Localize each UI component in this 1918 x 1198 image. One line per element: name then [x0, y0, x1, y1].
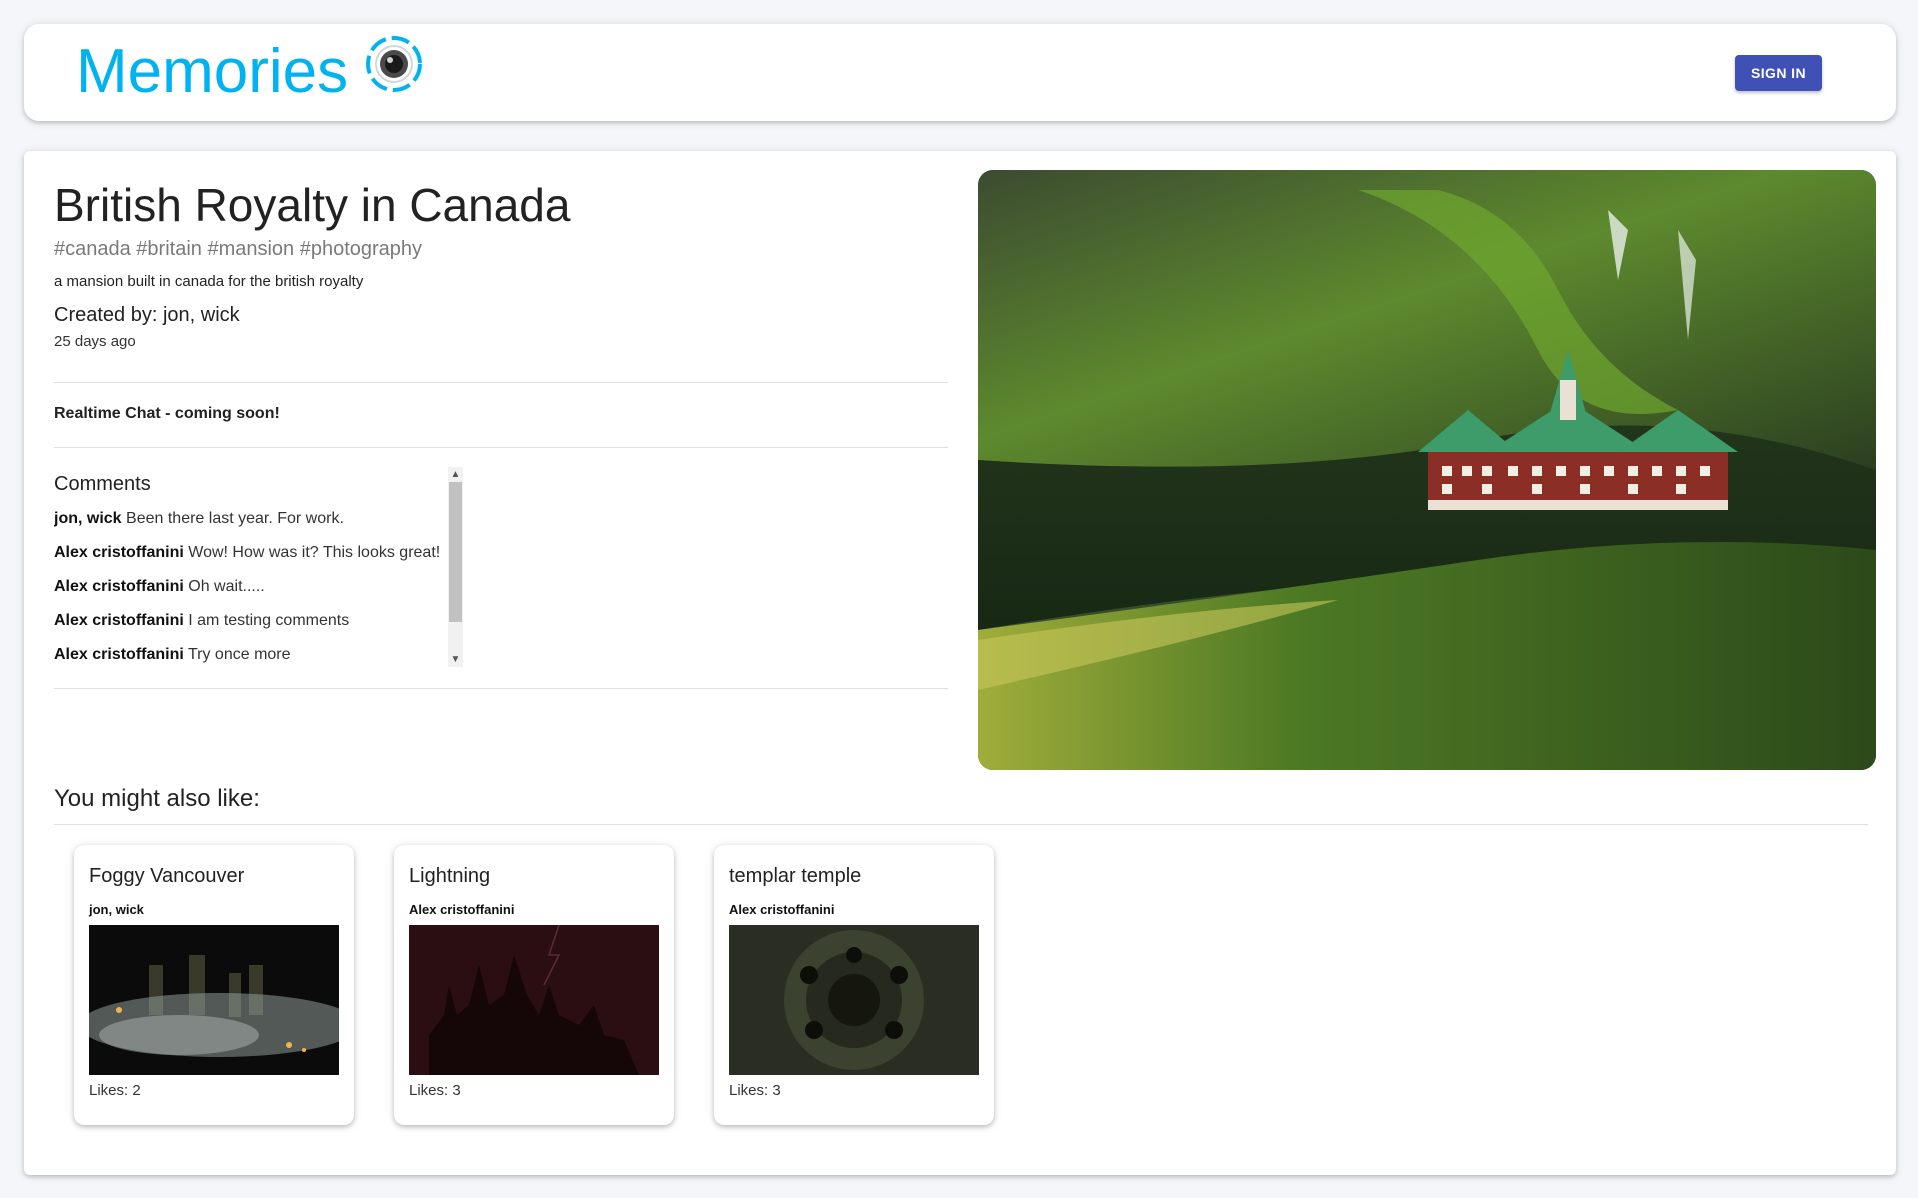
scroll-thumb[interactable]	[449, 482, 462, 622]
post-details-card: British Royalty in Canada #canada #brita…	[24, 151, 1896, 1175]
comment-author: Alex cristoffanini	[54, 646, 184, 663]
brand[interactable]: Memories	[76, 32, 424, 112]
scroll-down-icon[interactable]: ▼	[448, 652, 463, 667]
post-detail-section: British Royalty in Canada #canada #brita…	[54, 179, 948, 350]
card-likes: Likes: 3	[409, 1082, 461, 1099]
comment-text: Wow! How was it? This looks great!	[188, 544, 441, 561]
post-title: British Royalty in Canada	[54, 179, 571, 231]
card-author: jon, wick	[89, 902, 144, 917]
post-creator: Created by: jon, wick	[54, 303, 240, 326]
card-likes: Likes: 2	[89, 1082, 141, 1099]
comment-text: I am testing comments	[188, 612, 350, 629]
comment-item: Alex cristoffanini Wow! How was it? This…	[54, 543, 464, 577]
comment-item: jon, wick Been there last year. For work…	[54, 509, 464, 543]
comment-text: Try once more	[187, 646, 291, 663]
divider	[54, 688, 948, 689]
divider	[54, 824, 1868, 825]
realtime-chat-notice: Realtime Chat - coming soon!	[54, 405, 280, 422]
card-likes: Likes: 3	[729, 1082, 781, 1099]
camera-lens-icon	[364, 34, 424, 99]
recommended-post-card[interactable]: templar temple Alex cristoffanini Likes:…	[714, 845, 994, 1125]
sign-in-button[interactable]: SIGN IN	[1735, 55, 1822, 91]
comment-text: Oh wait.....	[188, 578, 265, 595]
divider	[54, 447, 948, 448]
card-title: Foggy Vancouver	[89, 865, 245, 887]
card-title: Lightning	[409, 865, 491, 887]
comment-author: Alex cristoffanini	[54, 544, 184, 561]
comment-item: Alex cristoffanini Try once more	[54, 645, 464, 679]
card-author: Alex cristoffanini	[409, 902, 515, 917]
app-bar: Memories SIGN IN	[24, 24, 1896, 121]
card-author: Alex cristoffanini	[729, 902, 835, 917]
card-image	[89, 925, 339, 1075]
recommended-post-card[interactable]: Foggy Vancouver jon, wick Likes: 2	[74, 845, 354, 1125]
post-image	[978, 170, 1876, 770]
card-image	[729, 925, 979, 1075]
comment-item: Alex cristoffanini Oh wait.....	[54, 577, 464, 611]
post-created-time: 25 days ago	[54, 332, 136, 350]
divider	[54, 382, 948, 383]
comment-text: Been there last year. For work.	[126, 510, 344, 527]
scroll-up-icon[interactable]: ▲	[448, 467, 463, 482]
comments-scrollbar[interactable]: ▲ ▼	[448, 467, 463, 667]
post-tags: #canada #britain #mansion #photography	[54, 237, 423, 260]
brand-title[interactable]: Memories	[76, 41, 348, 103]
card-title: templar temple	[729, 865, 862, 887]
comment-author: jon, wick	[54, 510, 122, 527]
comment-item: Alex cristoffanini I am testing comments	[54, 611, 464, 645]
comment-author: Alex cristoffanini	[54, 612, 184, 629]
comment-author: Alex cristoffanini	[54, 578, 184, 595]
recommendations-title: You might also like:	[54, 785, 260, 812]
comments-list[interactable]: jon, wick Been there last year. For work…	[54, 509, 464, 709]
comments-title: Comments	[54, 473, 151, 495]
post-message: a mansion built in canada for the britis…	[54, 272, 364, 290]
recommended-post-card[interactable]: Lightning Alex cristoffanini Likes: 3	[394, 845, 674, 1125]
card-image	[409, 925, 659, 1075]
